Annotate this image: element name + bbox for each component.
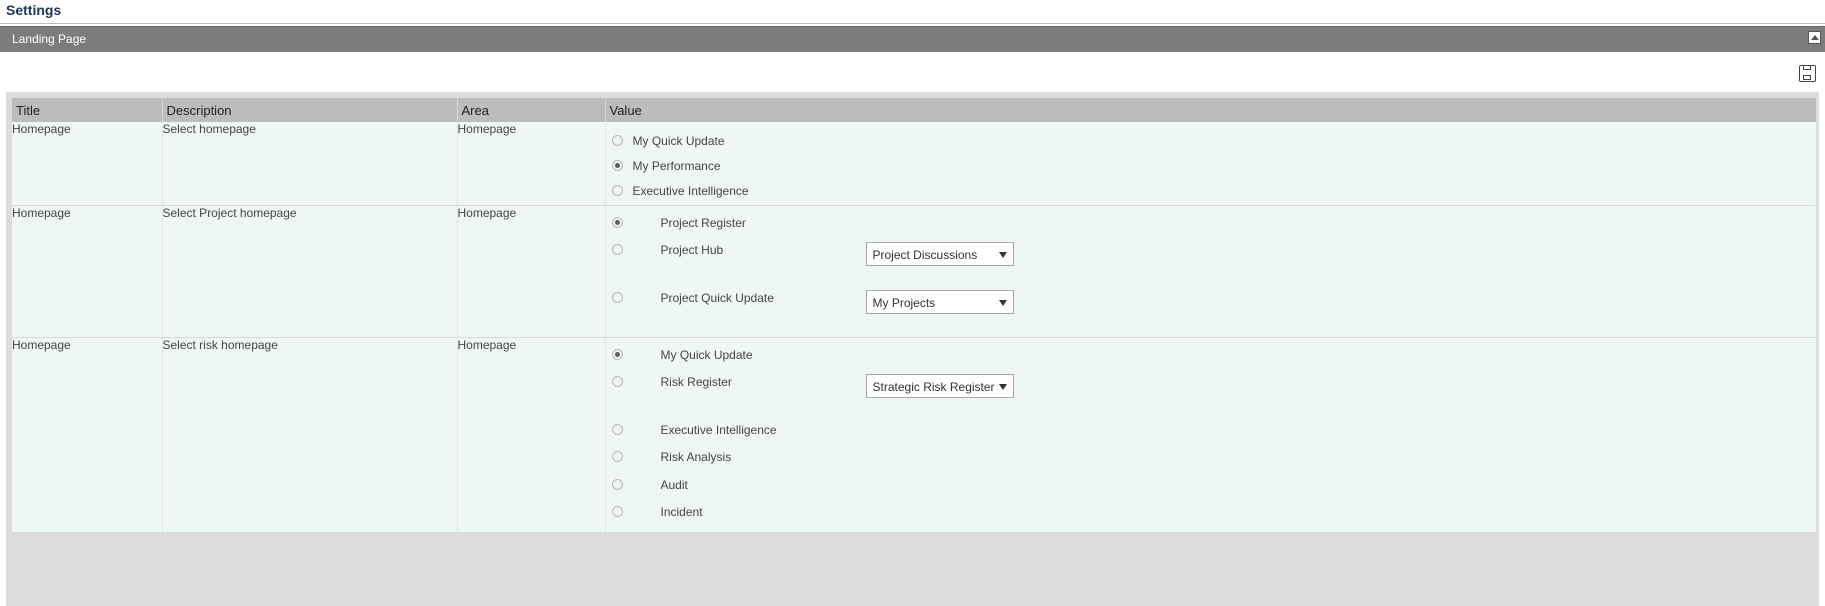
cell-title: Homepage <box>12 205 162 338</box>
collapse-icon[interactable] <box>1808 31 1821 44</box>
radio-label: Risk Analysis <box>660 449 732 464</box>
cell-value: Project Register Project Hub Project Dis… <box>604 205 1817 338</box>
column-header-value[interactable]: Value <box>604 98 1816 122</box>
radio-option-risk-analysis[interactable]: Risk Analysis <box>606 448 1817 468</box>
column-header-description[interactable]: Description <box>161 98 457 122</box>
radio-label: Risk Register <box>660 374 732 389</box>
radio-button[interactable] <box>611 135 623 146</box>
radio-button[interactable] <box>611 160 623 171</box>
table-row: Homepage Select homepage Homepage My Qui… <box>12 122 1817 206</box>
cell-value: My Quick Update My Performance Executive… <box>604 122 1817 206</box>
radio-button[interactable] <box>611 291 623 303</box>
radio-button[interactable] <box>611 450 623 462</box>
column-header-title[interactable]: Title <box>12 98 162 122</box>
radio-label: Project Hub <box>660 242 724 257</box>
cell-description: Select Project homepage <box>161 205 457 338</box>
radio-label: My Performance <box>632 159 721 173</box>
radio-button[interactable] <box>611 505 623 517</box>
radio-button[interactable] <box>611 478 623 490</box>
cell-description: Select risk homepage <box>161 337 457 533</box>
table-row: Homepage Select Project homepage Homepag… <box>12 205 1817 338</box>
radio-button[interactable] <box>611 185 623 196</box>
section-header[interactable]: Landing Page <box>0 26 1825 52</box>
radio-button[interactable] <box>611 243 623 255</box>
radio-option-audit[interactable]: Audit <box>606 476 1817 496</box>
cell-title: Homepage <box>12 337 162 533</box>
radio-option-my-performance[interactable]: My Performance <box>606 157 1817 177</box>
cell-area: Homepage <box>456 122 605 206</box>
radio-label: Project Register <box>660 215 746 230</box>
radio-option-project-hub[interactable]: Project Hub <box>606 241 1817 261</box>
radio-option-executive-intelligence[interactable]: Executive Intelligence <box>606 182 1817 202</box>
radio-option-project-register[interactable]: Project Register <box>606 214 1817 234</box>
radio-button[interactable] <box>611 423 623 435</box>
radio-label: Project Quick Update <box>660 290 774 305</box>
column-header-area[interactable]: Area <box>456 98 605 122</box>
cell-area: Homepage <box>456 337 605 533</box>
radio-option-my-quick-update[interactable]: My Quick Update <box>606 346 1817 366</box>
radio-label: Executive Intelligence <box>660 422 777 437</box>
cell-description: Select homepage <box>161 122 457 206</box>
cell-title: Homepage <box>12 122 162 206</box>
radio-label: My Quick Update <box>660 347 753 362</box>
select-value: My Projects <box>872 295 936 310</box>
project-hub-select[interactable]: Project Discussions <box>865 241 1014 266</box>
radio-button[interactable] <box>611 375 623 387</box>
table-header-row: Title Description Area Value <box>12 98 1816 122</box>
title-divider <box>0 23 1825 24</box>
radio-option-my-quick-update[interactable]: My Quick Update <box>606 132 1817 152</box>
page-title: Settings <box>6 2 62 18</box>
cell-area: Homepage <box>456 205 605 338</box>
project-quick-update-select[interactable]: My Projects <box>865 289 1014 314</box>
dropdown-arrow-icon <box>998 383 1007 390</box>
radio-label: My Quick Update <box>632 134 725 148</box>
cell-value: My Quick Update Risk Register Strategic … <box>604 337 1817 533</box>
radio-button[interactable] <box>611 216 623 228</box>
radio-option-project-quick-update[interactable]: Project Quick Update <box>606 289 1817 309</box>
settings-table: Title Description Area Value Homepage Se… <box>12 98 1816 533</box>
risk-register-select[interactable]: Strategic Risk Register <box>865 373 1014 398</box>
section-title: Landing Page <box>12 32 87 46</box>
radio-label: Audit <box>660 477 688 492</box>
table-row: Homepage Select risk homepage Homepage M… <box>12 337 1817 533</box>
dropdown-arrow-icon <box>998 251 1007 258</box>
radio-button[interactable] <box>611 348 623 360</box>
save-icon[interactable] <box>1799 65 1816 82</box>
select-value: Project Discussions <box>872 247 978 262</box>
radio-label: Incident <box>660 504 703 519</box>
radio-option-incident[interactable]: Incident <box>606 503 1817 523</box>
radio-option-risk-register[interactable]: Risk Register <box>606 373 1817 393</box>
radio-label: Executive Intelligence <box>632 184 749 198</box>
radio-option-executive-intelligence[interactable]: Executive Intelligence <box>606 421 1817 441</box>
select-value: Strategic Risk Register <box>872 379 995 394</box>
dropdown-arrow-icon <box>998 299 1007 306</box>
